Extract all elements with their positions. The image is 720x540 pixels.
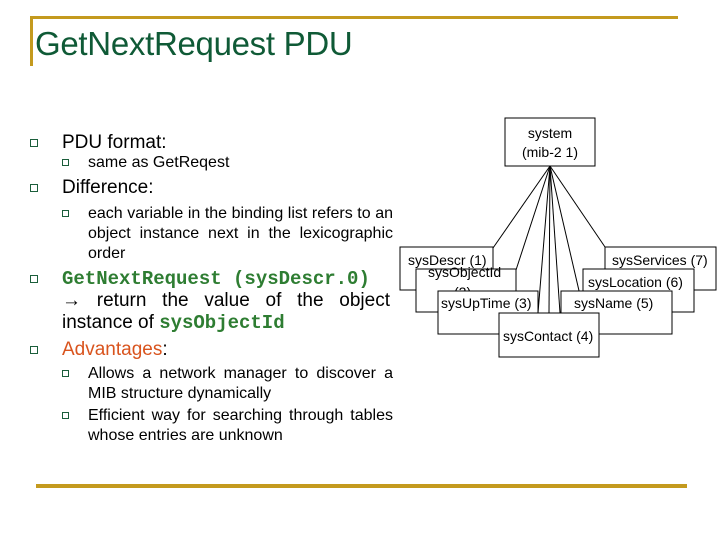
mib-system-tree: system (mib-2 1) sysServices (7) sysLoca… [399, 117, 717, 358]
node-root: system (mib-2 1) [504, 117, 596, 167]
edge-syscontact [548, 165, 551, 314]
edge-sysobjectid [515, 165, 551, 271]
sysname-label: sysName (5) [574, 295, 653, 311]
root-label-line1: system [528, 125, 572, 141]
sysobjectid-label: sysObjectId [428, 264, 501, 280]
root-label-line2: (mib-2 1) [522, 144, 578, 160]
sysservices-label: sysServices (7) [612, 252, 708, 268]
syslocation-label: sysLocation (6) [588, 274, 683, 290]
edge-sysdescr [492, 165, 551, 249]
syscontact-label: sysContact (4) [503, 328, 593, 344]
sysuptime-label: sysUpTime (3) [441, 295, 532, 311]
edge-sysservices [549, 165, 606, 248]
edge-sysuptime [537, 165, 551, 314]
node-syscontact: sysContact (4) [498, 312, 600, 358]
